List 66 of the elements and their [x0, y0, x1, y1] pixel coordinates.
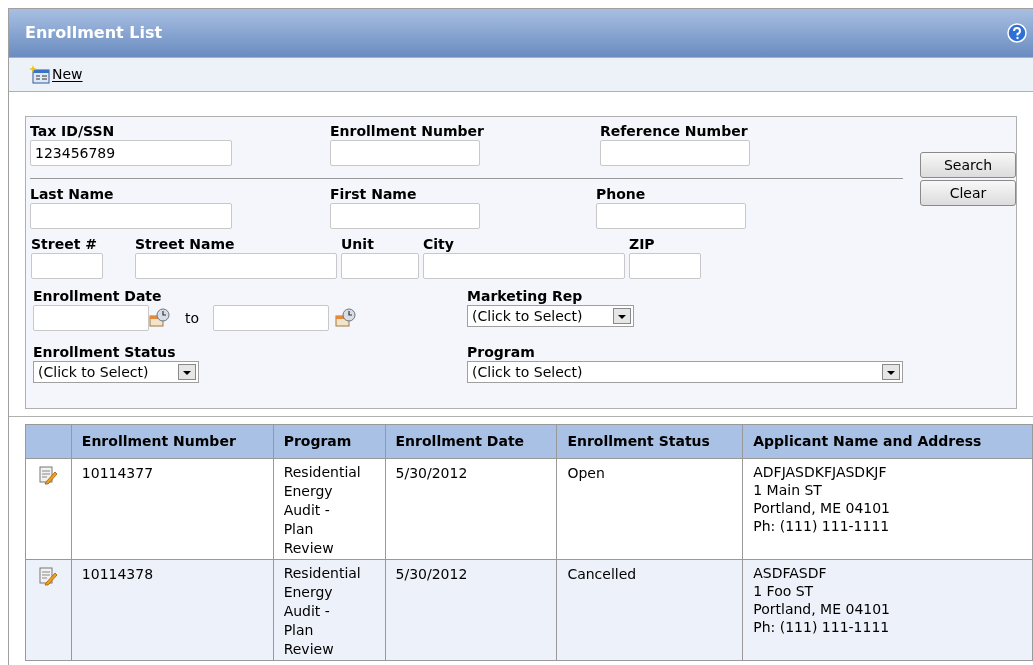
field-label: City	[423, 235, 455, 253]
field-label: Program	[467, 343, 536, 361]
column-header: Applicant Name and Address	[742, 424, 1033, 459]
dropdown[interactable]: (Click to Select)	[467, 361, 903, 383]
column-header: Enrollment Date	[385, 424, 557, 459]
table-cell: 5/30/2012	[385, 458, 557, 560]
table-cell: Residential Energy Audit - Plan Review	[273, 458, 386, 560]
field-label: Marketing Rep	[467, 287, 584, 305]
field-label: ZIP	[629, 235, 656, 253]
applicant-line: ADFJASDKFJASDKJF	[753, 463, 888, 481]
table-cell: 5/30/2012	[385, 559, 557, 661]
table-cell: 10114378	[71, 559, 274, 661]
help-icon[interactable]	[1007, 23, 1027, 43]
input-field[interactable]	[599, 140, 750, 166]
field-label: Reference Number	[599, 122, 749, 140]
caret-icon	[178, 364, 196, 380]
form-button[interactable]: Search	[920, 152, 1016, 178]
input-field[interactable]	[629, 253, 701, 279]
input-field[interactable]	[30, 203, 232, 229]
caret-icon	[882, 364, 900, 380]
input-field[interactable]	[135, 253, 337, 279]
calendar-icon[interactable]	[335, 308, 358, 328]
input-field[interactable]	[330, 140, 480, 166]
field-label: First Name	[330, 185, 418, 203]
table-cell: Open	[556, 458, 743, 560]
applicant-line: 1 Main ST	[753, 481, 823, 499]
caret-icon	[613, 308, 631, 324]
applicant-line: Portland, ME 04101	[753, 499, 892, 517]
column-header: Program	[273, 424, 386, 459]
column-header: Enrollment Number	[71, 424, 274, 459]
column-header: Enrollment Status	[556, 424, 743, 459]
edit-icon[interactable]	[38, 465, 59, 485]
new-button[interactable]: New	[29, 64, 83, 85]
applicant-line: ASDFASDF	[753, 564, 828, 582]
applicant-line: 1 Foo ST	[753, 582, 815, 600]
applicant-line: Ph: (111) 111-1111	[753, 618, 891, 636]
table-cell: Cancelled	[556, 559, 743, 661]
table-cell: Residential Energy Audit - Plan Review	[273, 559, 386, 661]
applicant-line: Ph: (111) 111-1111	[753, 517, 891, 535]
calendar-icon[interactable]	[149, 308, 171, 328]
window-title: Enrollment List	[25, 22, 163, 44]
edit-icon[interactable]	[38, 566, 59, 586]
input-field[interactable]	[213, 305, 330, 331]
field-label: Unit	[341, 235, 375, 253]
dropdown[interactable]: (Click to Select)	[33, 361, 199, 383]
table-cell: 10114377	[71, 458, 274, 560]
field-label: Phone	[596, 185, 647, 203]
input-field[interactable]	[330, 203, 480, 229]
input-field[interactable]: 123456789	[30, 140, 232, 166]
applicant-line: Portland, ME 04101	[753, 600, 892, 618]
field-label: Street #	[31, 235, 98, 253]
input-field[interactable]	[423, 253, 625, 279]
form-button[interactable]: Clear	[920, 180, 1016, 206]
field-label: Enrollment Date	[33, 287, 163, 305]
input-field[interactable]	[341, 253, 419, 279]
range-separator: to	[185, 308, 200, 328]
dropdown[interactable]: (Click to Select)	[467, 305, 634, 327]
field-label: Enrollment Status	[33, 343, 177, 361]
field-label: Street Name	[135, 235, 236, 253]
new-record-icon	[29, 64, 51, 85]
input-field[interactable]	[33, 305, 149, 331]
input-field[interactable]	[596, 203, 746, 229]
field-label: Tax ID/SSN	[30, 122, 116, 140]
input-field[interactable]	[31, 253, 103, 279]
field-label: Enrollment Number	[330, 122, 484, 140]
field-label: Last Name	[30, 185, 115, 203]
